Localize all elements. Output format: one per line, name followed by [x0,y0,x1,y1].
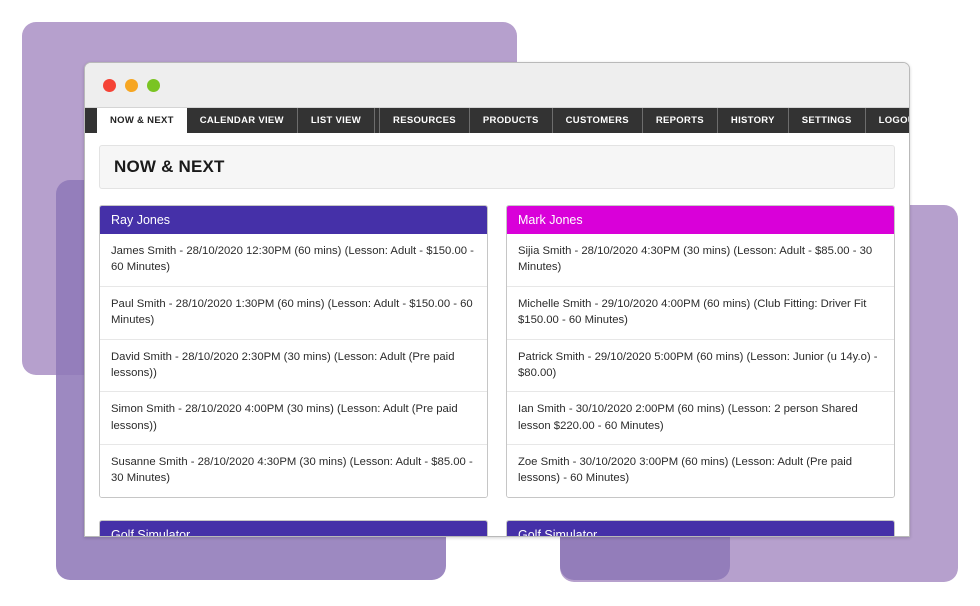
booking-row[interactable]: David Smith - 28/10/2020 2:30PM (30 mins… [100,340,487,393]
booking-row[interactable]: Susanne Smith - 28/10/2020 4:30PM (30 mi… [100,445,487,497]
booking-row[interactable]: Sijia Smith - 28/10/2020 4:30PM (30 mins… [507,234,894,287]
card-header: Golf Simulator [100,520,487,537]
booking-row[interactable]: Ian Smith - 30/10/2020 2:00PM (60 mins) … [507,392,894,445]
tab-label: RESOURCES [393,115,456,126]
tab-products[interactable]: PRODUCTS [470,108,553,133]
booking-row[interactable]: Zoe Smith - 30/10/2020 3:00PM (60 mins) … [507,445,894,497]
tab-label: REPORTS [655,115,704,126]
resource-card-mark-jones: Mark Jones Sijia Smith - 28/10/2020 4:30… [506,205,895,498]
resource-card-ray-jones: Ray Jones James Smith - 28/10/2020 12:30… [99,205,488,498]
card-title: Mark Jones [518,213,583,227]
card-header: Mark Jones [507,206,894,234]
booking-row[interactable]: Simon Smith - 28/10/2020 4:00PM (30 mins… [100,392,487,445]
tab-resources[interactable]: RESOURCES [379,108,470,133]
card-header: Ray Jones [100,206,487,234]
tab-reports[interactable]: REPORTS [643,108,718,133]
card-header: Golf Simulator [507,520,894,537]
tab-label: LIST VIEW [310,115,362,126]
maximize-window-button[interactable] [147,78,160,92]
resource-card-golf-simulator-right: Golf Simulator Fred Smith - 28/10/2020 6… [506,519,895,537]
tab-label: LOGOUT [878,115,909,126]
tab-history[interactable]: HISTORY [718,108,789,133]
tab-label: PRODUCTS [482,115,539,126]
card-body: Sijia Smith - 28/10/2020 4:30PM (30 mins… [507,234,894,497]
page-header: NOW & NEXT [99,145,895,189]
tab-now-and-next[interactable]: NOW & NEXT [97,108,187,133]
card-title: Ray Jones [111,213,171,227]
tab-label: NOW & NEXT [110,115,174,126]
tab-calendar-view[interactable]: CALENDAR VIEW [187,108,298,133]
booking-row[interactable]: Paul Smith - 28/10/2020 1:30PM (60 mins)… [100,287,487,340]
tab-label: HISTORY [730,115,775,126]
booking-row[interactable]: Patrick Smith - 29/10/2020 5:00PM (60 mi… [507,340,894,393]
resource-card-golf-simulator-left: Golf Simulator James Smith - 28/10/2020 … [99,519,488,537]
card-title: Golf Simulator [518,527,598,537]
booking-row[interactable]: James Smith - 28/10/2020 12:30PM (60 min… [100,234,487,287]
close-window-button[interactable] [103,78,116,92]
main-navigation: NOW & NEXT CALENDAR VIEW LIST VIEW RESOU… [85,108,909,133]
page-content: NOW & NEXT Ray Jones James Smith - 28/10… [85,133,909,537]
tab-label: SETTINGS [801,115,852,126]
browser-window: NOW & NEXT CALENDAR VIEW LIST VIEW RESOU… [84,62,910,537]
tab-logout[interactable]: LOGOUT [866,108,909,133]
tab-settings[interactable]: SETTINGS [789,108,866,133]
tab-label: CUSTOMERS [565,115,629,126]
cards-grid: Ray Jones James Smith - 28/10/2020 12:30… [99,205,895,537]
page-title: NOW & NEXT [114,157,225,176]
tab-customers[interactable]: CUSTOMERS [553,108,643,133]
tab-label: CALENDAR VIEW [199,115,284,126]
card-body: James Smith - 28/10/2020 12:30PM (60 min… [100,234,487,497]
minimize-window-button[interactable] [125,78,138,92]
window-titlebar [85,63,909,108]
tab-list-view[interactable]: LIST VIEW [298,108,376,133]
booking-row[interactable]: Michelle Smith - 29/10/2020 4:00PM (60 m… [507,287,894,340]
card-title: Golf Simulator [111,527,191,537]
